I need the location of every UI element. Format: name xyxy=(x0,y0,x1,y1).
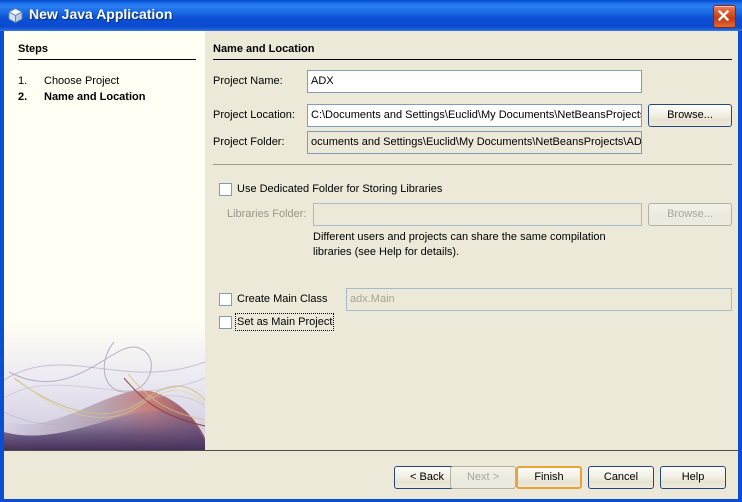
netbeans-decoration-graphic xyxy=(4,320,205,450)
project-location-label: Project Location: xyxy=(213,109,295,121)
browse-location-button[interactable]: Browse... xyxy=(648,104,732,127)
steps-sidebar: Steps 1. Choose Project 2. Name and Locati… xyxy=(4,31,205,450)
create-main-class-checkbox[interactable] xyxy=(219,293,232,306)
set-as-main-project-checkbox[interactable] xyxy=(219,316,232,329)
button-bar: < Back Next > Finish Cancel Help xyxy=(4,451,738,499)
cancel-button[interactable]: Cancel xyxy=(588,466,654,489)
project-name-label: Project Name: xyxy=(213,75,283,87)
libraries-folder-label: Libraries Folder: xyxy=(227,208,307,220)
close-icon[interactable] xyxy=(713,5,736,28)
libraries-help-text: Different users and projects can share t… xyxy=(313,231,606,258)
page-title: Name and Location xyxy=(213,43,315,55)
project-folder-input: ocuments and Settings\Euclid\My Document… xyxy=(307,131,642,154)
project-location-input[interactable]: C:\Documents and Settings\Euclid\My Docu… xyxy=(307,104,642,127)
new-java-application-dialog: New Java Application Steps 1. Choose Pro… xyxy=(0,0,742,502)
section-separator xyxy=(213,164,732,165)
step-label: Choose Project xyxy=(44,75,120,87)
create-main-class-label: Create Main Class xyxy=(237,293,328,305)
steps-heading: Steps xyxy=(18,43,48,55)
main-class-input: adx.Main xyxy=(346,288,732,311)
use-dedicated-folder-checkbox[interactable] xyxy=(219,183,232,196)
step-number: 1. xyxy=(18,75,28,87)
cube-icon xyxy=(7,7,24,24)
window-frame-right xyxy=(738,31,742,502)
project-folder-label: Project Folder: xyxy=(213,136,285,148)
content-pane: Name and Location Project Name: ADX Proj… xyxy=(205,31,738,450)
step-number: 2. xyxy=(18,91,28,103)
step-item-2: 2. Name and Location xyxy=(18,91,145,103)
help-button[interactable]: Help xyxy=(660,466,726,489)
page-title-underline xyxy=(213,59,732,60)
project-name-input[interactable]: ADX xyxy=(307,70,642,93)
next-button: Next > xyxy=(450,466,516,489)
steps-underline xyxy=(18,59,196,60)
step-item-1: 1. Choose Project xyxy=(18,75,119,87)
window-title: New Java Application xyxy=(29,6,173,22)
title-bar: New Java Application xyxy=(0,0,742,31)
step-label: Name and Location xyxy=(44,91,146,103)
finish-button[interactable]: Finish xyxy=(516,466,582,489)
use-dedicated-folder-label: Use Dedicated Folder for Storing Librari… xyxy=(237,183,443,195)
browse-libraries-button: Browse... xyxy=(648,203,732,226)
set-as-main-project-label: Set as Main Project xyxy=(234,313,335,331)
libraries-folder-input xyxy=(313,203,642,226)
